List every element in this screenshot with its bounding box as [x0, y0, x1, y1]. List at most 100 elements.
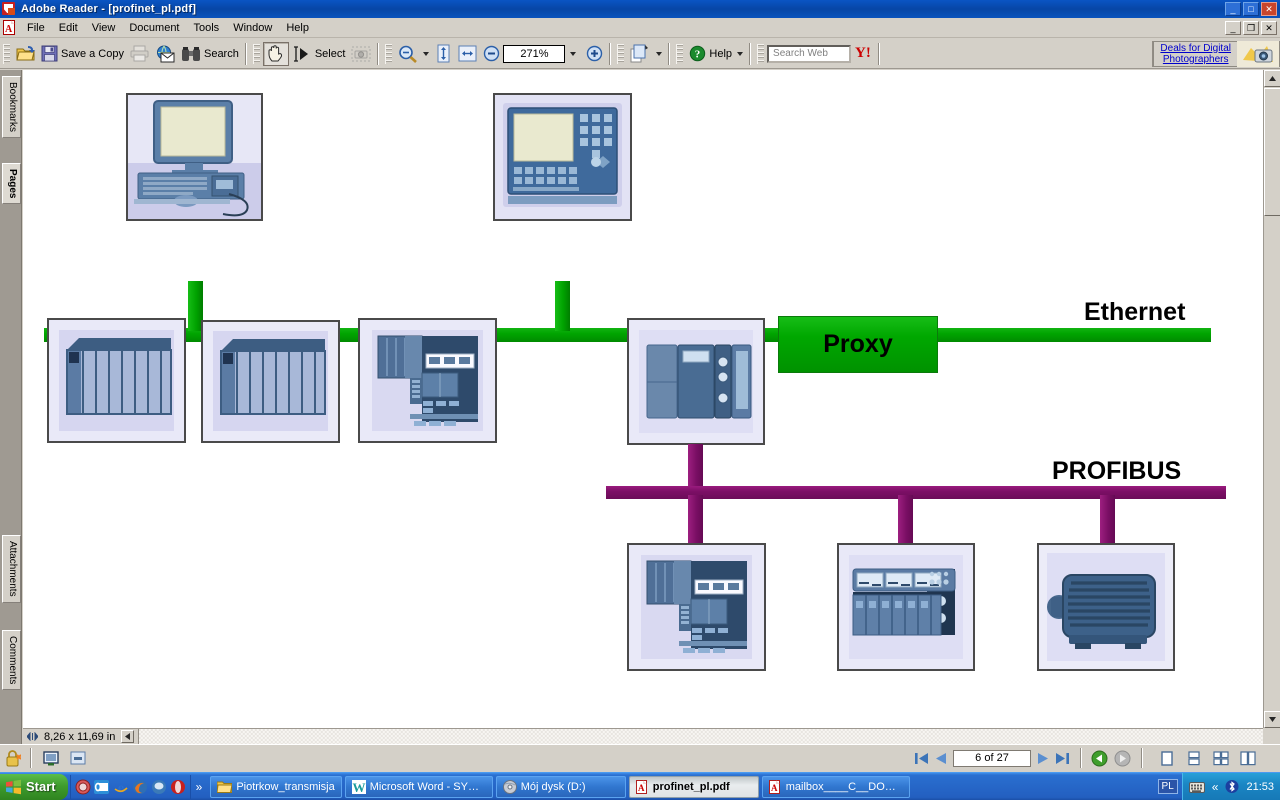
horizontal-scroll-track[interactable] [139, 728, 1263, 745]
taskbar-item-microsoft-word[interactable]: W Microsoft Word - SYSTE... [344, 775, 493, 798]
sidebar-item-comments-label: Comments [7, 636, 18, 685]
firefox-icon[interactable] [132, 779, 148, 795]
internet-explorer-icon[interactable]: e [113, 779, 129, 795]
menu-item-window[interactable]: Window [226, 20, 279, 36]
search-button[interactable]: Search [178, 42, 242, 66]
outlook-icon[interactable] [93, 779, 110, 795]
hand-icon [268, 44, 282, 61]
continuous-layout-icon[interactable] [1183, 749, 1204, 768]
print-button[interactable] [127, 42, 152, 66]
zoom-out-button[interactable] [480, 42, 503, 66]
snapshot-tool-button[interactable] [348, 42, 374, 66]
sidebar-item-comments[interactable]: Comments [2, 630, 21, 691]
device-plc-rack-2 [201, 320, 340, 443]
windows-taskbar: Start e » Piotrkow_transmisja W Microsof… [0, 772, 1280, 800]
pages-dropdown-icon[interactable] [656, 51, 663, 56]
facing-layout-icon[interactable] [1210, 749, 1231, 768]
doc-close-button[interactable]: ✕ [1261, 20, 1277, 35]
doc-minimize-button[interactable]: _ [1225, 20, 1241, 35]
page-number-input[interactable]: 6 of 27 [953, 749, 1031, 767]
toolbar-grip[interactable] [3, 43, 10, 64]
vertical-scrollbar[interactable] [1263, 70, 1280, 728]
facing-continuous-layout-icon[interactable] [1237, 749, 1258, 768]
doc-restore-button[interactable]: ❐ [1243, 20, 1259, 35]
fit-width-icon [458, 45, 477, 62]
advertisement-banner[interactable]: Deals for Digital Photographers [1152, 40, 1280, 67]
sidebar-item-bookmarks[interactable]: Bookmarks [2, 76, 21, 139]
language-indicator[interactable]: PL [1157, 779, 1178, 794]
hand-tool-button[interactable] [262, 41, 289, 66]
toolbar-grip-5[interactable] [676, 43, 684, 64]
keyboard-icon[interactable] [1188, 780, 1205, 794]
save-a-copy-button[interactable]: Save a Copy [38, 42, 127, 66]
taskbar-item-label: profinet_pl.pdf [652, 780, 730, 793]
menu-item-document[interactable]: Document [122, 20, 186, 36]
previous-page-button[interactable] [935, 752, 947, 765]
single-page-layout-icon[interactable] [1156, 749, 1177, 768]
taskbar-item-moj-dysk[interactable]: Mój dysk (D:) [495, 775, 626, 798]
start-button[interactable]: Start [0, 773, 68, 800]
chevron-down-icon[interactable] [423, 51, 430, 56]
menu-item-file[interactable]: File [20, 20, 52, 36]
vertical-scroll-thumb[interactable] [1264, 88, 1280, 216]
save-a-copy-label: Save a Copy [61, 47, 124, 60]
last-page-button[interactable] [1055, 752, 1070, 765]
sidebar-item-bookmarks-label: Bookmarks [7, 82, 18, 133]
media-player-icon[interactable] [75, 779, 91, 795]
sidebar-item-pages[interactable]: Pages [2, 163, 21, 205]
yahoo-logo-icon[interactable]: Y! [851, 45, 875, 62]
device-hmi-operator-panel [493, 93, 632, 221]
toolbar-grip-6[interactable] [757, 43, 765, 64]
messenger-icon[interactable] [151, 779, 167, 795]
ad-line-2: Photographers [1162, 53, 1229, 65]
resize-handle-icon[interactable] [27, 732, 38, 741]
previous-view-button[interactable] [1091, 750, 1108, 767]
fit-width-button[interactable] [455, 42, 480, 66]
first-page-button[interactable] [914, 752, 929, 765]
zoom-tool-button[interactable] [395, 42, 432, 66]
svg-text:A: A [771, 783, 778, 793]
toolbar-grip-4[interactable] [617, 43, 625, 64]
menu-item-edit[interactable]: Edit [52, 20, 85, 36]
next-page-button[interactable] [1037, 752, 1049, 765]
scroll-left-button[interactable] [121, 730, 135, 743]
show-hidden-icons-button[interactable]: « [1210, 780, 1221, 794]
taskbar-item-profinet-pdf[interactable]: A profinet_pl.pdf [628, 775, 759, 798]
menu-item-tools[interactable]: Tools [187, 20, 227, 36]
opera-icon[interactable] [170, 779, 186, 795]
fit-page-button[interactable] [432, 42, 455, 66]
help-dropdown-icon[interactable] [737, 51, 744, 56]
menu-item-help[interactable]: Help [279, 20, 316, 36]
open-file-button[interactable] [13, 42, 38, 66]
email-button[interactable] [152, 42, 178, 66]
scroll-up-button[interactable] [1264, 70, 1280, 87]
maximize-button[interactable]: □ [1243, 2, 1259, 16]
zoom-in-button[interactable] [583, 42, 606, 66]
single-page-icon[interactable] [40, 749, 61, 768]
scroll-down-button[interactable] [1264, 711, 1280, 728]
close-button[interactable]: ✕ [1261, 2, 1277, 16]
zoom-level-input[interactable]: 271% [503, 44, 566, 63]
menu-item-view[interactable]: View [85, 20, 123, 36]
help-button[interactable]: ? Help [686, 42, 746, 66]
select-tool-button[interactable]: Select [289, 42, 349, 66]
svg-text:W: W [352, 780, 365, 794]
document-viewport[interactable]: Ethernet Proxy PROFIBUS [23, 70, 1263, 728]
quick-launch-overflow-icon[interactable]: » [191, 780, 208, 794]
toolbar-grip-2[interactable] [252, 43, 260, 64]
horizontal-scrollbar-row[interactable]: 8,26 x 11,69 in [23, 728, 1263, 745]
plc-rack-icon [203, 322, 338, 441]
continuous-page-icon[interactable] [67, 749, 88, 768]
minimize-button[interactable]: _ [1225, 2, 1241, 16]
next-view-button[interactable] [1114, 750, 1131, 767]
ad-text[interactable]: Deals for Digital Photographers [1154, 43, 1237, 65]
taskbar-item-mailbox[interactable]: A mailbox____C__DOCUM... [761, 775, 910, 798]
toolbar-grip-3[interactable] [385, 43, 393, 64]
zoom-dropdown-icon[interactable] [570, 51, 577, 56]
taskbar-clock[interactable]: 21:53 [1244, 781, 1274, 793]
search-web-input[interactable]: Search Web [767, 44, 852, 63]
bluetooth-icon[interactable] [1225, 779, 1239, 794]
pages-view-button[interactable] [627, 42, 665, 66]
taskbar-item-piotrkow-transmisja[interactable]: Piotrkow_transmisja [210, 775, 342, 798]
sidebar-item-attachments[interactable]: Attachments [2, 535, 21, 603]
